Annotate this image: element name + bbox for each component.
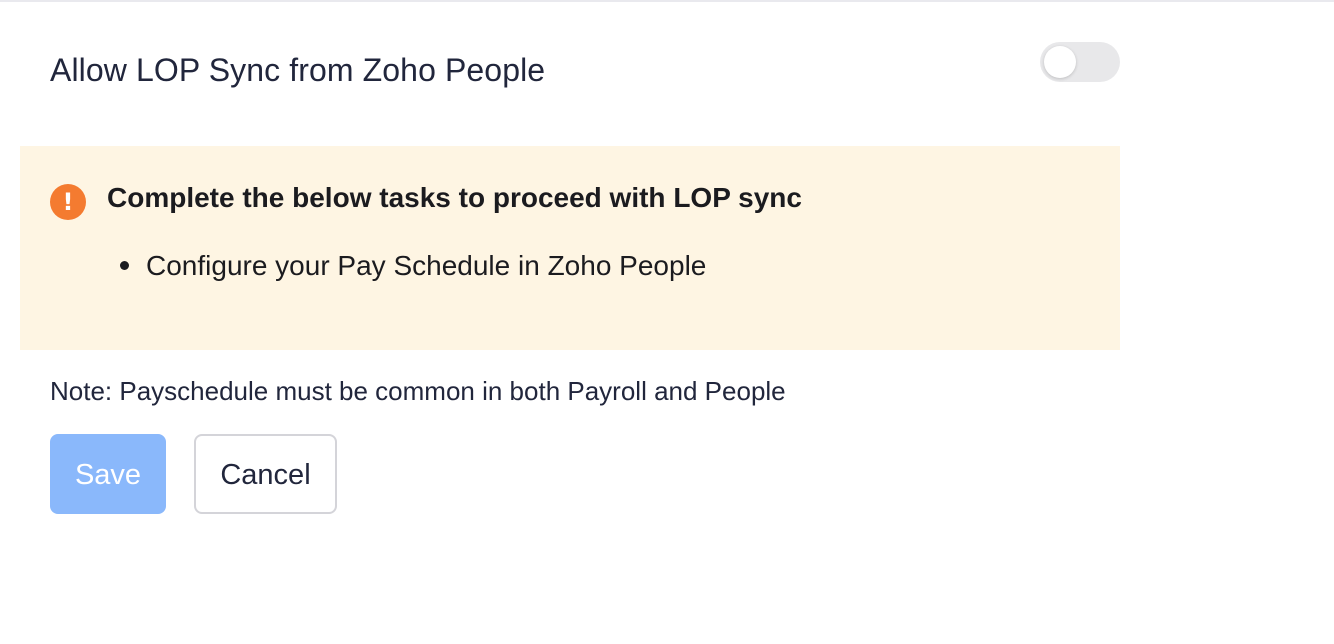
warning-heading: Complete the below tasks to proceed with… <box>107 182 802 213</box>
task-label: Configure your Pay Schedule in Zoho Peop… <box>146 250 707 281</box>
task-list-item: Configure your Pay Schedule in Zoho Peop… <box>120 246 706 286</box>
warning-banner: ! Complete the below tasks to proceed wi… <box>20 146 1120 350</box>
exclamation-circle-icon: ! <box>50 184 86 220</box>
top-divider <box>0 0 1334 2</box>
cancel-button[interactable]: Cancel <box>194 434 337 514</box>
payschedule-note: Note: Payschedule must be common in both… <box>50 376 786 406</box>
lop-sync-toggle[interactable] <box>1040 42 1120 82</box>
toggle-knob <box>1044 46 1076 78</box>
save-button[interactable]: Save <box>50 434 166 514</box>
lop-sync-setting-row: Allow LOP Sync from Zoho People <box>50 42 1120 98</box>
bullet-icon <box>120 261 129 270</box>
setting-title: Allow LOP Sync from Zoho People <box>50 52 546 88</box>
task-list: Configure your Pay Schedule in Zoho Peop… <box>120 246 706 286</box>
